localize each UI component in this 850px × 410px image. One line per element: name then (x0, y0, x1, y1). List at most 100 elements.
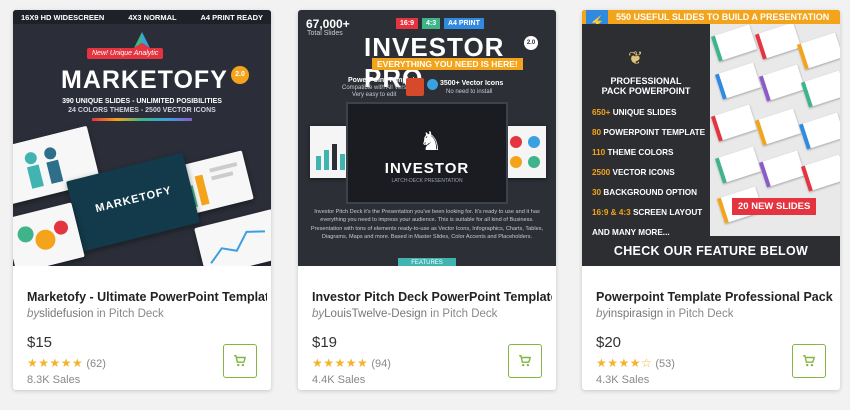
add-to-cart-button[interactable] (508, 344, 542, 378)
vector-icons-title: 3500+ Vector Icons (440, 80, 504, 87)
product-title[interactable]: Powerpoint Template Professional Pack (596, 290, 836, 304)
new-tag: New! Unique Analytic (87, 48, 164, 59)
price: $20 (596, 334, 622, 351)
by-label: by (27, 308, 40, 320)
format-tag: 4:3 (422, 18, 441, 29)
format-bar: 16X9 HD WIDESCREEN 4X3 NORMAL A4 PRINT R… (13, 10, 271, 24)
slide-thumb (798, 112, 840, 150)
line-chart-icon (210, 230, 265, 264)
presentation-screen-mockup: ♞ INVESTOR LATCH-DECK PRESENTATION (346, 102, 508, 204)
slide-thumb (754, 24, 802, 60)
slide-thumb (754, 108, 802, 146)
brand-subtitle: 24 COLORS THEMES - 2500 VECTOR ICONS (68, 107, 216, 114)
team-avatars-icon (510, 136, 540, 168)
product-card-investor-pro[interactable]: 67,000+ Total Slides 16:9 4:3 A4 PRINT I… (298, 10, 556, 390)
brand-subtitle: 390 UNIQUE SLIDES - UNLIMITED POSIBILITI… (62, 98, 222, 105)
price: $15 (27, 334, 53, 351)
rating-count: (62) (86, 358, 106, 370)
by-label: by (312, 308, 325, 320)
slide-count: 67,000+ (306, 17, 350, 31)
author-link[interactable]: LouisTwelve-Design (324, 308, 427, 320)
format-tag: 16:9 (396, 18, 419, 29)
slide-thumb (710, 24, 758, 62)
sales-count: 4.4K Sales (312, 374, 366, 386)
brand-title: MARKETOFY (61, 66, 228, 94)
slide-mockup (310, 126, 350, 178)
slide-thumb (796, 32, 840, 70)
slide-thumb (710, 104, 758, 142)
slide-mockup (504, 126, 546, 178)
rating: ★★★★☆ (53) (596, 356, 675, 370)
pack-title: PROFESSIONAL (610, 76, 682, 86)
feature-item: 30 BACKGROUND OPTION (592, 188, 698, 197)
byline: byinspirasign in Pitch Deck (596, 308, 733, 320)
slide-thumb (714, 62, 762, 100)
vector-icons-line: No need to install (446, 89, 493, 95)
banner-text: 550 USEFUL SLIDES TO BUILD A PRESENTATIO… (616, 12, 830, 22)
rating: ★★★★★ (62) (27, 356, 106, 370)
author-link[interactable]: slidefusion (39, 308, 93, 320)
category-link[interactable]: in Pitch Deck (666, 308, 733, 320)
marketofy-logo-icon (134, 32, 150, 48)
category-link[interactable]: in Pitch Deck (430, 308, 497, 320)
star-rating-icon: ★★★★★ (312, 356, 369, 370)
byline: byLouisTwelve-Design in Pitch Deck (312, 308, 497, 320)
product-card-marketofy[interactable]: 16X9 HD WIDESCREEN 4X3 NORMAL A4 PRINT R… (13, 10, 271, 390)
format-tag: A4 PRINT (444, 18, 484, 29)
author-link[interactable]: inspirasign (608, 308, 663, 320)
bar-chart-icon (316, 144, 345, 170)
new-slides-badge: 20 NEW SLIDES (732, 198, 817, 215)
product-info: Marketofy - Ultimate PowerPoint Template… (13, 266, 271, 390)
chess-knight-icon: ♞ (419, 126, 443, 156)
pack-subtitle: PACK POWERPOINT (601, 86, 691, 96)
feature-item: 16:9 & 4:3 SCREEN LAYOUT (592, 208, 703, 217)
slide-thumb (758, 150, 806, 188)
star-rating-icon: ★★★★★ (27, 356, 84, 370)
star-rating-icon: ★★★★☆ (596, 356, 653, 370)
rating-count: (53) (655, 358, 675, 370)
product-title[interactable]: Marketofy - Ultimate PowerPoint Template (27, 290, 267, 304)
sales-count: 8.3K Sales (27, 374, 81, 386)
product-title[interactable]: Investor Pitch Deck PowerPoint Template (312, 290, 552, 304)
screen-subtitle: LATCH-DECK PRESENTATION (391, 178, 463, 184)
features-label: FEATURES (398, 258, 456, 266)
bottom-banner-text: CHECK OUR FEATURE BELOW (613, 244, 809, 258)
format-label: 4X3 NORMAL (128, 12, 177, 22)
add-to-cart-button[interactable] (792, 344, 826, 378)
screen-title: INVESTOR (384, 160, 470, 177)
price: $19 (312, 334, 338, 351)
feature-item: 80 POWERPOINT TEMPLATE (592, 128, 706, 137)
rating: ★★★★★ (94) (312, 356, 391, 370)
color-strip (92, 118, 192, 121)
shopping-cart-icon (803, 355, 815, 367)
feature-panel: ❦ PROFESSIONAL PACK POWERPOINT 650+ UNIQ… (582, 24, 710, 237)
slide-mockup (194, 209, 271, 266)
tagline: EVERYTHING YOU NEED IS HERE! (372, 58, 523, 70)
powerpoint-line: Very easy to edit (352, 92, 397, 98)
feature-item: 2500 VECTOR ICONS (592, 168, 675, 177)
feature-item: 110 THEME COLORS (592, 148, 674, 157)
product-thumbnail[interactable]: 67,000+ Total Slides 16:9 4:3 A4 PRINT I… (298, 10, 556, 266)
category-link[interactable]: in Pitch Deck (97, 308, 164, 320)
powerpoint-icon (406, 78, 424, 96)
add-to-cart-button[interactable] (223, 344, 257, 378)
product-thumbnail[interactable]: 16X9 HD WIDESCREEN 4X3 NORMAL A4 PRINT R… (13, 10, 271, 266)
feature-item: 650+ UNIQUE SLIDES (592, 108, 677, 117)
product-info: Powerpoint Template Professional Pack by… (582, 266, 840, 390)
product-card-professional-pack[interactable]: 550 USEFUL SLIDES TO BUILD A PRESENTATIO… (582, 10, 840, 390)
slide-thumb (714, 146, 762, 184)
slide-thumb (800, 70, 840, 108)
laurel-icon: ❦ (628, 48, 644, 68)
product-thumbnail[interactable]: 550 USEFUL SLIDES TO BUILD A PRESENTATIO… (582, 10, 840, 266)
byline: byslidefusion in Pitch Deck (27, 308, 164, 320)
slide-thumb (758, 64, 806, 102)
version-badge: 2.0 (231, 66, 249, 84)
shopping-cart-icon (234, 355, 246, 367)
sales-count: 4.3K Sales (596, 374, 650, 386)
version-badge: 2.0 (524, 36, 538, 50)
slide-thumb (800, 154, 840, 192)
slide-brand: MARKETOFY (94, 184, 174, 216)
format-label: 16X9 HD WIDESCREEN (21, 12, 105, 22)
product-info: Investor Pitch Deck PowerPoint Template … (298, 266, 556, 390)
by-label: by (596, 308, 609, 320)
